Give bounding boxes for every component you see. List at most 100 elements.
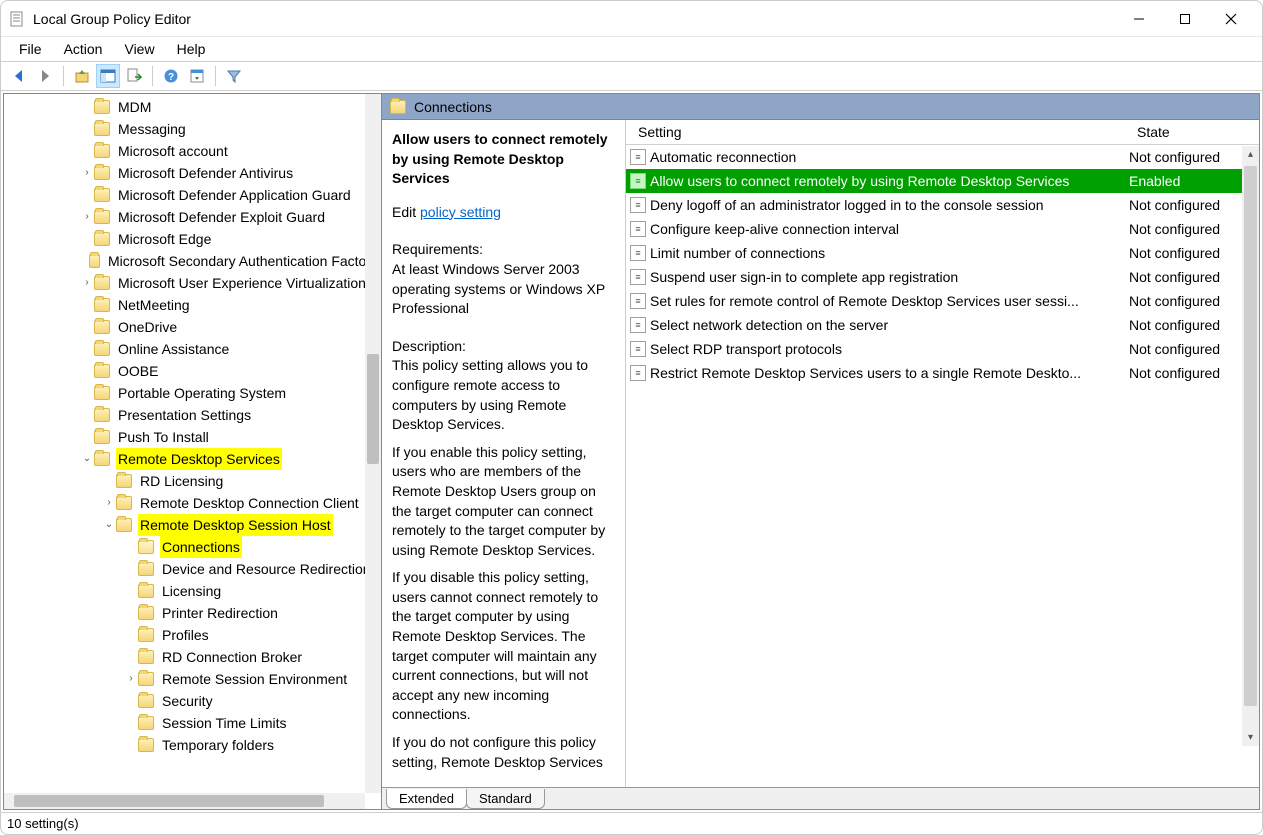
tree-item[interactable]: Online Assistance [4,338,381,360]
tree-item[interactable]: ⌄Remote Desktop Services [4,448,381,470]
tree-item[interactable]: RD Connection Broker [4,646,381,668]
tree-item[interactable]: OOBE [4,360,381,382]
list-row[interactable]: ≡Limit number of connectionsNot configur… [626,241,1259,265]
tab-standard[interactable]: Standard [466,789,545,809]
tree-item[interactable]: Microsoft Edge [4,228,381,250]
tree-item[interactable]: RD Licensing [4,470,381,492]
row-state-label: Not configured [1129,293,1259,309]
scrollbar-thumb[interactable] [367,354,379,464]
tree-item[interactable]: Licensing [4,580,381,602]
tree-expander-icon[interactable]: › [80,206,94,228]
list-row[interactable]: ≡Allow users to connect remotely by usin… [626,169,1259,193]
tree-item[interactable]: Session Time Limits [4,712,381,734]
tree-expander-icon[interactable]: › [124,668,138,690]
row-setting-label: Suspend user sign-in to complete app reg… [650,269,1129,285]
list-row[interactable]: ≡Restrict Remote Desktop Services users … [626,361,1259,385]
list-row[interactable]: ≡Automatic reconnectionNot configured [626,145,1259,169]
help-button[interactable]: ? [159,64,183,88]
maximize-button[interactable] [1162,3,1208,35]
minimize-button[interactable] [1116,3,1162,35]
tree-item[interactable]: ›Microsoft Defender Exploit Guard [4,206,381,228]
tree-item[interactable]: Microsoft Defender Application Guard [4,184,381,206]
filter-button[interactable] [222,64,246,88]
tree-item[interactable]: Push To Install [4,426,381,448]
content-header-title: Connections [414,99,492,115]
tree-item[interactable]: Portable Operating System [4,382,381,404]
tree-expander-icon[interactable]: › [102,492,116,514]
toolbar-separator [63,66,64,86]
folder-icon [94,364,110,378]
tree-item[interactable]: ›Remote Session Environment [4,668,381,690]
tree-item[interactable]: Device and Resource Redirection [4,558,381,580]
tree-horizontal-scrollbar[interactable] [4,793,365,809]
tree-item-label: Online Assistance [116,338,231,360]
back-button[interactable] [7,64,31,88]
folder-icon [89,254,100,268]
menu-help[interactable]: Help [167,39,216,59]
tree-item-label: OOBE [116,360,160,382]
tree-item[interactable]: MDM [4,96,381,118]
folder-icon [138,584,154,598]
tree-vertical-scrollbar[interactable] [365,94,381,793]
tree-item-label: OneDrive [116,316,179,338]
description-label: Description: [392,337,615,357]
tree-item[interactable]: OneDrive [4,316,381,338]
column-setting-header[interactable]: Setting [630,120,1129,144]
tree-expander-icon[interactable]: ⌄ [80,448,94,470]
folder-icon [94,210,110,224]
list-row[interactable]: ≡Select RDP transport protocolsNot confi… [626,337,1259,361]
folder-icon [116,474,132,488]
scroll-up-arrow[interactable]: ▴ [1242,146,1259,163]
menu-action[interactable]: Action [54,39,113,59]
svg-text:?: ? [168,72,174,83]
policy-setting-link[interactable]: policy setting [420,204,501,220]
forward-button[interactable] [33,64,57,88]
up-button[interactable] [70,64,94,88]
row-state-label: Enabled [1129,173,1259,189]
row-setting-label: Restrict Remote Desktop Services users t… [650,365,1129,381]
list-row[interactable]: ≡Deny logoff of an administrator logged … [626,193,1259,217]
list-row[interactable]: ≡Suspend user sign-in to complete app re… [626,265,1259,289]
tree-item-label: Microsoft User Experience Virtualization [116,272,368,294]
tree-expander-icon[interactable]: › [80,272,94,294]
tree-item[interactable]: ›Microsoft Defender Antivirus [4,162,381,184]
menu-file[interactable]: File [9,39,52,59]
tree-item[interactable]: Presentation Settings [4,404,381,426]
tree-item-label: Session Time Limits [160,712,288,734]
properties-button[interactable] [185,64,209,88]
scroll-down-arrow[interactable]: ▾ [1242,729,1259,746]
column-state-header[interactable]: State [1129,120,1259,144]
show-hide-tree-button[interactable] [96,64,120,88]
tree-item[interactable]: Printer Redirection [4,602,381,624]
tree-expander-icon[interactable]: › [80,162,94,184]
tree-item[interactable]: Profiles [4,624,381,646]
export-button[interactable] [122,64,146,88]
scrollbar-thumb[interactable] [14,795,324,807]
tree-expander-icon[interactable]: ⌄ [102,514,116,536]
tree-item[interactable]: NetMeeting [4,294,381,316]
tab-extended[interactable]: Extended [386,789,467,809]
list-row[interactable]: ≡Set rules for remote control of Remote … [626,289,1259,313]
row-setting-label: Automatic reconnection [650,149,1129,165]
description-p2: If you enable this policy setting, users… [392,443,615,561]
tree-item[interactable]: Microsoft Secondary Authentication Facto… [4,250,381,272]
folder-icon [138,694,154,708]
menu-view[interactable]: View [114,39,164,59]
tree-item[interactable]: ⌄Remote Desktop Session Host [4,514,381,536]
tree-item[interactable]: Messaging [4,118,381,140]
list-row[interactable]: ≡Select network detection on the serverN… [626,313,1259,337]
tree-item[interactable]: ›Remote Desktop Connection Client [4,492,381,514]
list-row[interactable]: ≡Configure keep-alive connection interva… [626,217,1259,241]
tree-item[interactable]: Microsoft account [4,140,381,162]
close-button[interactable] [1208,3,1254,35]
scrollbar-thumb[interactable] [1244,166,1257,706]
edit-prefix: Edit [392,204,420,220]
list-vertical-scrollbar[interactable]: ▴ ▾ [1242,146,1259,746]
tree-item[interactable]: › Microsoft User Experience Virtualizatio… [4,272,381,294]
tree-item[interactable]: Connections [4,536,381,558]
titlebar: Local Group Policy Editor [1,1,1262,37]
tree-item[interactable]: Temporary folders [4,734,381,756]
tree-item[interactable]: Security [4,690,381,712]
row-setting-label: Configure keep-alive connection interval [650,221,1129,237]
row-state-label: Not configured [1129,221,1259,237]
